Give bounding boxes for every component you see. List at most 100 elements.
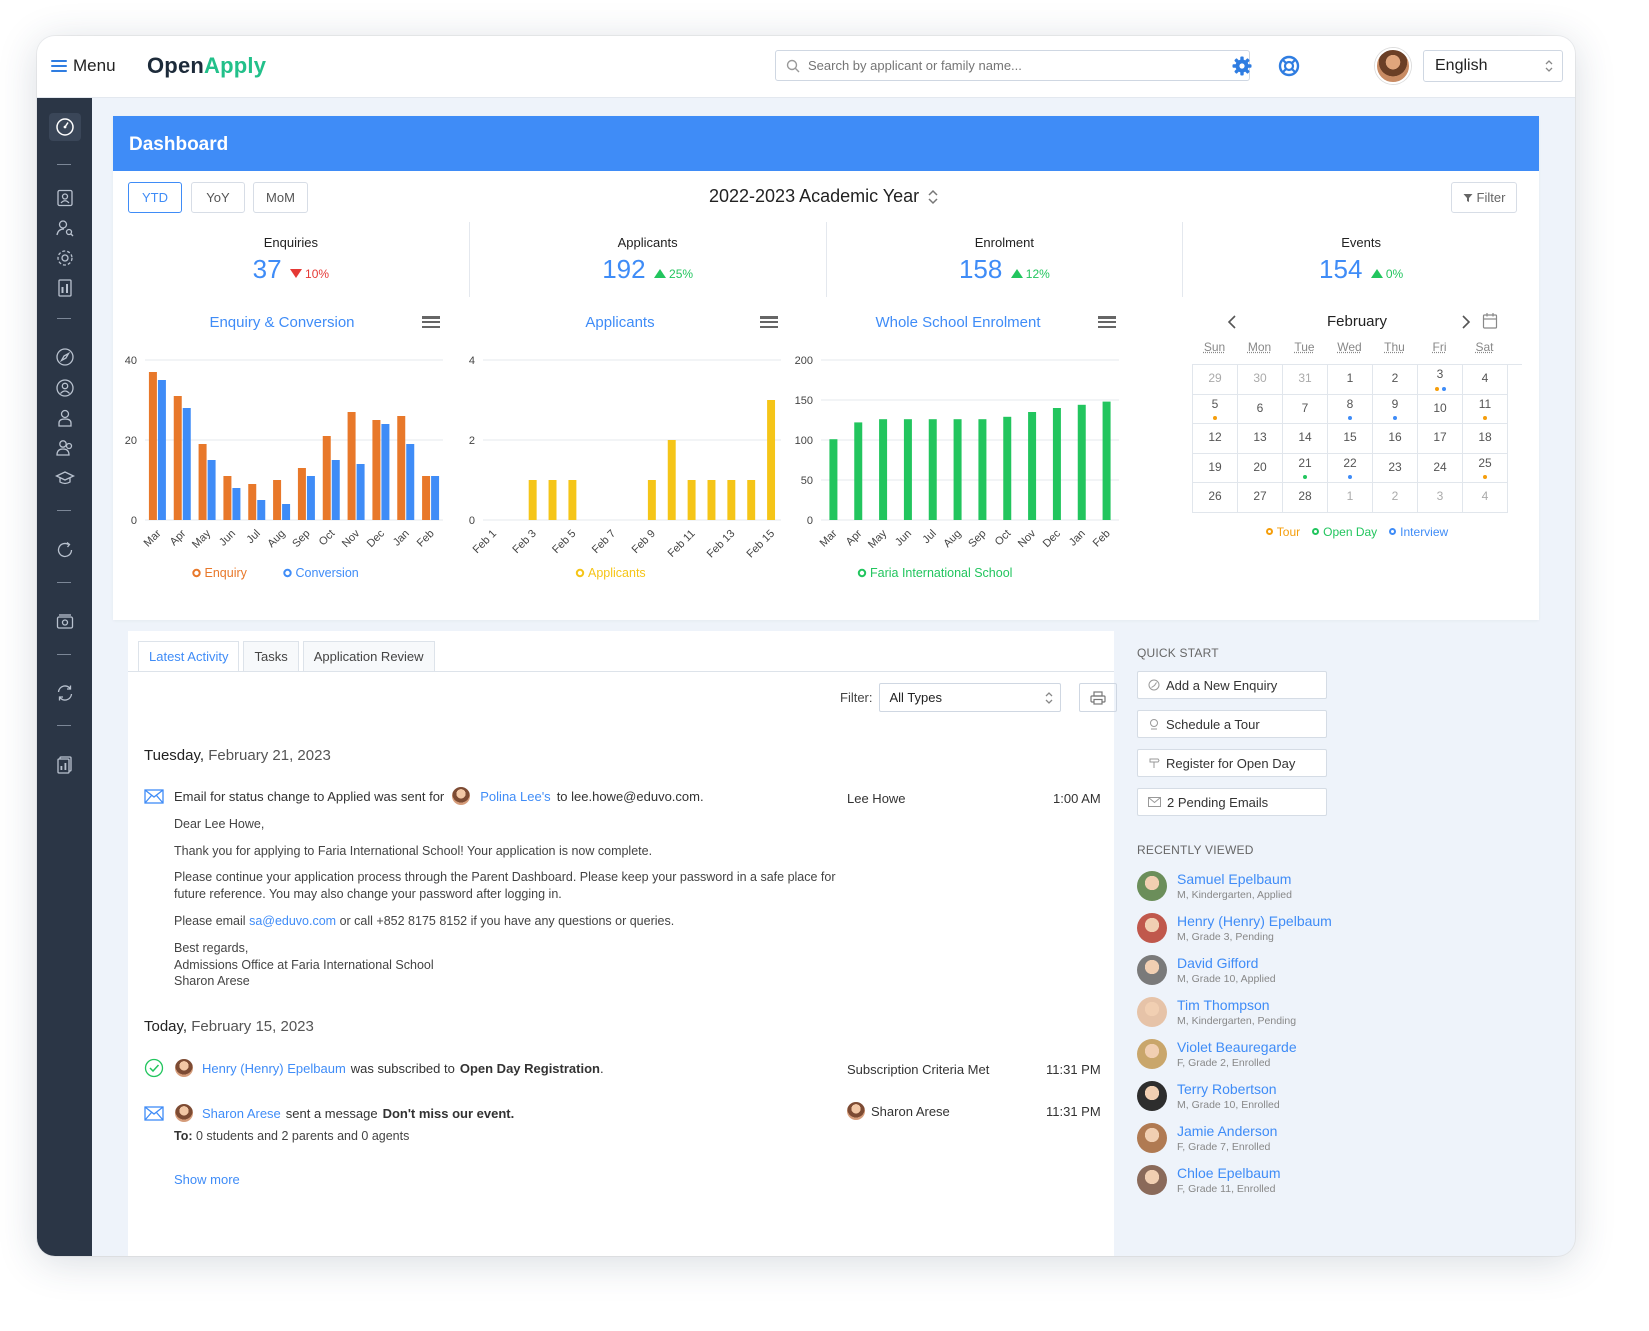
chart-menu-icon[interactable] (760, 316, 778, 328)
sidebar-item-dashboard[interactable] (49, 113, 81, 141)
language-select[interactable]: English (1423, 50, 1563, 82)
calendar-day[interactable]: 2 (1373, 483, 1418, 513)
calendar-day[interactable]: 13 (1238, 424, 1283, 454)
calendar-day[interactable]: 19 (1193, 453, 1238, 483)
sidebar-item-sync[interactable] (49, 679, 81, 707)
calendar-day[interactable]: 4 (1463, 483, 1508, 513)
sidebar-item-user-search[interactable] (49, 214, 81, 242)
recently-viewed-item[interactable]: Tim Thompson M, Kindergarten, Pending (1137, 991, 1457, 1033)
email-link[interactable]: sa@eduvo.com (249, 914, 336, 928)
period-ytd-button[interactable]: YTD (128, 182, 182, 213)
calendar-day[interactable]: 17 (1418, 424, 1463, 454)
calendar-day[interactable]: 6 (1238, 394, 1283, 424)
sidebar-item-contacts[interactable] (49, 184, 81, 212)
calendar-day[interactable]: 25 (1463, 453, 1508, 483)
register-open-day-button[interactable]: Register for Open Day (1137, 749, 1327, 777)
sidebar-item-settings[interactable] (49, 244, 81, 272)
print-button[interactable] (1078, 683, 1117, 712)
period-yoy-button[interactable]: YoY (191, 182, 245, 213)
calendar-day[interactable]: 18 (1463, 424, 1508, 454)
applicant-link[interactable]: Henry (Henry) Epelbaum (202, 1061, 346, 1076)
calendar-day[interactable]: 2 (1373, 365, 1418, 395)
applicant-link[interactable]: Polina Lee's (480, 789, 550, 804)
sidebar-item-analytics[interactable] (49, 751, 81, 779)
sidebar-item-families[interactable] (49, 434, 81, 462)
stat-applicants[interactable]: Applicants 192 25% (469, 222, 827, 297)
menu-button[interactable]: Menu (51, 56, 116, 76)
person-name-link[interactable]: Samuel Epelbaum (1177, 871, 1292, 888)
staff-link[interactable]: Sharon Arese (202, 1106, 281, 1121)
calendar-day[interactable]: 24 (1418, 453, 1463, 483)
recently-viewed-item[interactable]: David Gifford M, Grade 10, Applied (1137, 949, 1457, 991)
chart-menu-icon[interactable] (422, 316, 440, 328)
tab-application-review[interactable]: Application Review (302, 641, 435, 671)
recently-viewed-item[interactable]: Chloe Epelbaum F, Grade 11, Enrolled (1137, 1159, 1457, 1201)
stat-enrolment[interactable]: Enrolment 158 12% (826, 222, 1184, 297)
calendar-day[interactable]: 4 (1463, 365, 1508, 395)
help-lifebuoy-icon[interactable] (1277, 54, 1301, 78)
gear-icon[interactable] (1230, 54, 1254, 78)
calendar-day[interactable]: 10 (1418, 394, 1463, 424)
calendar-day[interactable]: 29 (1193, 365, 1238, 395)
recently-viewed-item[interactable]: Samuel Epelbaum M, Kindergarten, Applied (1137, 865, 1457, 907)
sidebar-item-reports[interactable] (49, 274, 81, 302)
calendar-day[interactable]: 9 (1373, 394, 1418, 424)
calendar-day[interactable]: 23 (1373, 453, 1418, 483)
chevron-right-icon[interactable] (1460, 314, 1472, 330)
sidebar-item-finance[interactable] (49, 608, 81, 636)
sidebar-item-explore[interactable] (49, 343, 81, 371)
calendar-day[interactable]: 1 (1328, 365, 1373, 395)
calendar-day[interactable]: 21 (1283, 453, 1328, 483)
tab-latest-activity[interactable]: Latest Activity (138, 641, 240, 671)
calendar-day[interactable]: 11 (1463, 394, 1508, 424)
calendar-day[interactable]: 15 (1328, 424, 1373, 454)
person-name-link[interactable]: Chloe Epelbaum (1177, 1165, 1281, 1182)
calendar-day[interactable]: 7 (1283, 394, 1328, 424)
calendar-day[interactable]: 14 (1283, 424, 1328, 454)
user-avatar[interactable] (1375, 48, 1411, 84)
show-more-link[interactable]: Show more (174, 1171, 854, 1188)
sidebar-item-profiles[interactable] (49, 374, 81, 402)
period-mom-button[interactable]: MoM (253, 182, 308, 213)
person-name-link[interactable]: Tim Thompson (1177, 997, 1296, 1014)
calendar-day[interactable]: 26 (1193, 483, 1238, 513)
person-name-link[interactable]: Violet Beauregarde (1177, 1039, 1297, 1056)
pending-emails-button[interactable]: 2 Pending Emails (1137, 788, 1327, 816)
calendar-day[interactable]: 5 (1193, 394, 1238, 424)
calendar-day[interactable]: 3 (1418, 365, 1463, 395)
calendar-day[interactable]: 3 (1418, 483, 1463, 513)
recently-viewed-item[interactable]: Terry Robertson M, Grade 10, Enrolled (1137, 1075, 1457, 1117)
sidebar-item-refresh[interactable] (49, 536, 81, 564)
calendar-day[interactable]: 12 (1193, 424, 1238, 454)
sidebar-item-students[interactable] (49, 464, 81, 492)
calendar-day[interactable]: 8 (1328, 394, 1373, 424)
stat-enquiries[interactable]: Enquiries 37 10% (113, 222, 470, 297)
person-name-link[interactable]: Terry Robertson (1177, 1081, 1280, 1098)
calendar-icon[interactable] (1482, 312, 1498, 330)
calendar-day[interactable]: 1 (1328, 483, 1373, 513)
activity-type-select[interactable]: All Types (878, 683, 1061, 712)
tab-tasks[interactable]: Tasks (243, 641, 299, 671)
calendar-day[interactable]: 20 (1238, 453, 1283, 483)
sidebar-item-applicants[interactable] (49, 404, 81, 432)
calendar-day[interactable]: 22 (1328, 453, 1373, 483)
recently-viewed-item[interactable]: Jamie Anderson F, Grade 7, Enrolled (1137, 1117, 1457, 1159)
calendar-day[interactable]: 31 (1283, 365, 1328, 395)
calendar-day[interactable]: 27 (1238, 483, 1283, 513)
recently-viewed-item[interactable]: Violet Beauregarde F, Grade 2, Enrolled (1137, 1033, 1457, 1075)
stat-events[interactable]: Events 154 0% (1183, 222, 1539, 297)
person-name-link[interactable]: Henry (Henry) Epelbaum (1177, 913, 1332, 930)
calendar-day[interactable]: 30 (1238, 365, 1283, 395)
academic-year-select[interactable]: 2022-2023 Academic Year (709, 186, 939, 207)
person-name-link[interactable]: Jamie Anderson (1177, 1123, 1277, 1140)
filter-button[interactable]: Filter (1451, 182, 1517, 213)
person-name-link[interactable]: David Gifford (1177, 955, 1276, 972)
openapply-logo[interactable]: OpenApply (147, 53, 266, 79)
recently-viewed-item[interactable]: Henry (Henry) Epelbaum M, Grade 3, Pendin… (1137, 907, 1457, 949)
add-enquiry-button[interactable]: Add a New Enquiry (1137, 671, 1327, 699)
chart-menu-icon[interactable] (1098, 316, 1116, 328)
calendar-day[interactable]: 16 (1373, 424, 1418, 454)
calendar-day[interactable]: 28 (1283, 483, 1328, 513)
search-input[interactable] (808, 58, 1228, 73)
schedule-tour-button[interactable]: Schedule a Tour (1137, 710, 1327, 738)
